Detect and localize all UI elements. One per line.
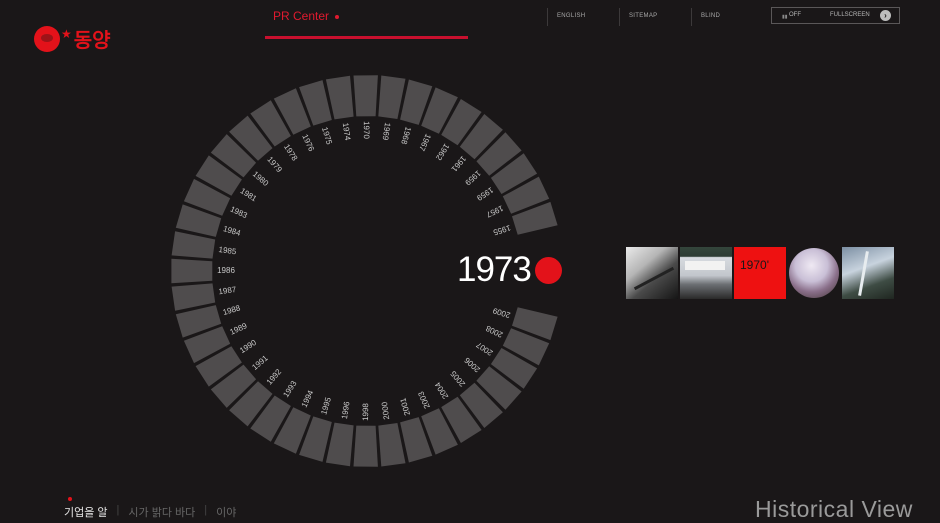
decade-thumbnail[interactable]: 1970'	[734, 247, 786, 299]
bottom-menu-divider: |	[204, 504, 208, 516]
year-segment[interactable]	[171, 258, 213, 284]
year-label[interactable]: 1989	[228, 321, 248, 337]
gallery-strip: 1970'	[626, 247, 894, 299]
year-segment[interactable]	[378, 423, 406, 467]
year-label[interactable]: 2004	[433, 380, 450, 400]
year-label[interactable]: 1979	[265, 155, 284, 175]
year-label[interactable]: 1998	[361, 403, 370, 421]
year-label[interactable]: 2008	[484, 323, 504, 339]
year-segment[interactable]	[171, 231, 216, 259]
year-label[interactable]: 2001	[398, 396, 412, 416]
year-label[interactable]: 2000	[380, 401, 391, 420]
year-label[interactable]: 1992	[265, 367, 284, 387]
year-label[interactable]: 1957	[484, 203, 504, 219]
year-label[interactable]: 1968	[399, 126, 413, 146]
year-label[interactable]: 1980	[251, 169, 271, 188]
selected-year-marker-icon	[535, 257, 562, 284]
year-label[interactable]: 1969	[381, 122, 392, 141]
year-label[interactable]: 1976	[300, 133, 316, 153]
bottom-menu-item-1[interactable]: 기업을 알	[64, 504, 108, 520]
photo-factory-thumbnail[interactable]	[626, 247, 678, 299]
photo-plant-thumbnail[interactable]	[842, 247, 894, 299]
bottom-menu: 기업을 알 | 시가 밝다 바다 | 이야	[64, 504, 236, 520]
year-label[interactable]: 1978	[282, 143, 300, 163]
year-label[interactable]: 1975	[320, 126, 334, 146]
year-label[interactable]: 1987	[218, 285, 237, 296]
year-label[interactable]: 2003	[416, 389, 432, 409]
bottom-menu-item-3[interactable]: 이야	[216, 504, 236, 520]
year-label[interactable]: 1970	[362, 121, 371, 139]
year-label[interactable]: 1961	[449, 154, 468, 174]
year-segment[interactable]	[353, 425, 378, 467]
bottom-menu-item-2[interactable]: 시가 밝다 바다	[128, 504, 195, 520]
year-label[interactable]: 1991	[250, 353, 270, 372]
year-label[interactable]: 1959	[463, 169, 483, 188]
year-segment[interactable]	[353, 75, 378, 117]
year-label[interactable]: 1995	[319, 396, 333, 416]
year-segment[interactable]	[171, 283, 216, 311]
year-label[interactable]: 1985	[218, 245, 237, 256]
year-label[interactable]: 1967	[417, 132, 433, 152]
year-label[interactable]: 2006	[462, 355, 482, 374]
year-label[interactable]: 1984	[222, 224, 242, 238]
year-label[interactable]: 1974	[341, 122, 353, 141]
year-label[interactable]: 2009	[491, 306, 511, 320]
bottom-active-dot-icon	[68, 497, 72, 501]
year-label[interactable]: 1986	[217, 266, 235, 275]
year-segment[interactable]	[378, 75, 406, 120]
year-label[interactable]: 1962	[434, 142, 451, 162]
selected-year: 1973	[457, 250, 532, 289]
year-label[interactable]: 1955	[492, 223, 512, 237]
year-label[interactable]: 1988	[222, 303, 242, 317]
photo-round-thumbnail[interactable]	[788, 247, 840, 299]
year-label[interactable]: 1983	[229, 205, 249, 221]
year-label[interactable]: 1981	[238, 186, 258, 203]
year-label[interactable]: 1993	[281, 379, 299, 399]
year-label[interactable]: 1996	[340, 400, 352, 419]
photo-building-thumbnail[interactable]	[680, 247, 732, 299]
year-label[interactable]: 1990	[238, 338, 258, 355]
year-label[interactable]: 1959	[475, 185, 495, 203]
decade-label: 1970'	[740, 258, 769, 272]
year-label[interactable]: 1994	[300, 388, 316, 408]
bottom-menu-divider: |	[116, 504, 120, 516]
year-label[interactable]: 2005	[448, 369, 467, 389]
year-label[interactable]: 2007	[474, 340, 494, 358]
